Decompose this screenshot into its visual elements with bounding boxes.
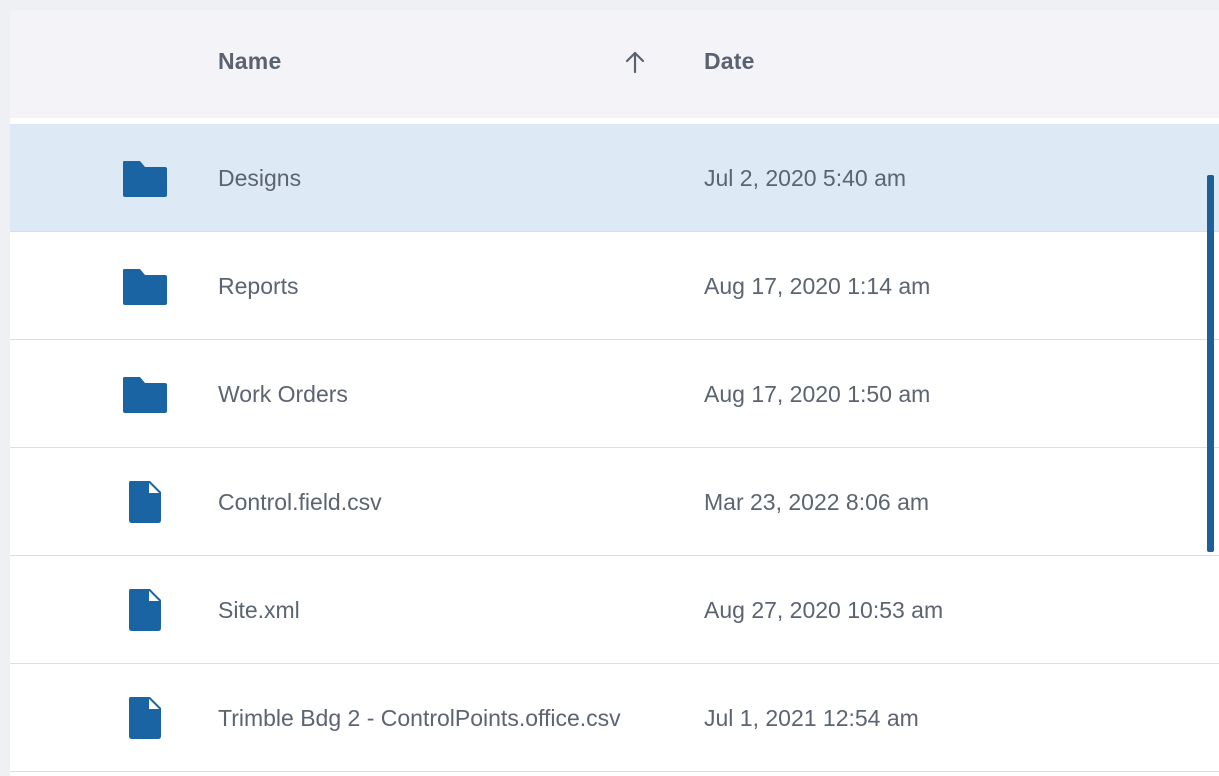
file-list-panel: Name Date Designs Jul 2, 2020 5:40 am Repo… xyxy=(10,10,1219,776)
file-date: Aug 17, 2020 1:14 am xyxy=(704,273,931,299)
file-date: Jul 2, 2020 5:40 am xyxy=(704,165,907,191)
column-header-name[interactable]: Name xyxy=(218,48,281,75)
table-row[interactable]: Control.field.csv Mar 23, 2022 8:06 am xyxy=(10,448,1219,556)
file-name: Reports xyxy=(218,273,299,299)
file-icon xyxy=(122,481,168,523)
scrollbar-thumb[interactable] xyxy=(1207,175,1214,552)
file-rows: Designs Jul 2, 2020 5:40 am Reports Aug 17,… xyxy=(10,124,1219,772)
file-name: Work Orders xyxy=(218,381,348,407)
table-row[interactable]: Site.xml Aug 27, 2020 10:53 am xyxy=(10,556,1219,664)
table-row[interactable]: Designs Jul 2, 2020 5:40 am xyxy=(10,124,1219,232)
table-row[interactable]: Reports Aug 17, 2020 1:14 am xyxy=(10,232,1219,340)
file-date: Jul 1, 2021 12:54 am xyxy=(704,705,919,731)
file-date: Aug 17, 2020 1:50 am xyxy=(704,381,931,407)
arrow-up-icon[interactable] xyxy=(622,48,648,76)
file-name: Site.xml xyxy=(218,597,300,623)
table-row[interactable]: Work Orders Aug 17, 2020 1:50 am xyxy=(10,340,1219,448)
file-date: Aug 27, 2020 10:53 am xyxy=(704,597,944,623)
file-icon xyxy=(122,697,168,739)
folder-icon xyxy=(122,265,168,307)
column-header-date[interactable]: Date xyxy=(704,48,755,75)
folder-icon xyxy=(122,157,168,199)
table-header: Name Date xyxy=(10,10,1219,118)
table-row[interactable]: Trimble Bdg 2 - ControlPoints.office.csv… xyxy=(10,664,1219,772)
folder-icon xyxy=(122,373,168,415)
file-icon xyxy=(122,589,168,631)
file-name: Control.field.csv xyxy=(218,489,382,515)
file-name: Designs xyxy=(218,165,302,191)
file-name: Trimble Bdg 2 - ControlPoints.office.csv xyxy=(218,705,621,731)
file-date: Mar 23, 2022 8:06 am xyxy=(704,489,930,515)
